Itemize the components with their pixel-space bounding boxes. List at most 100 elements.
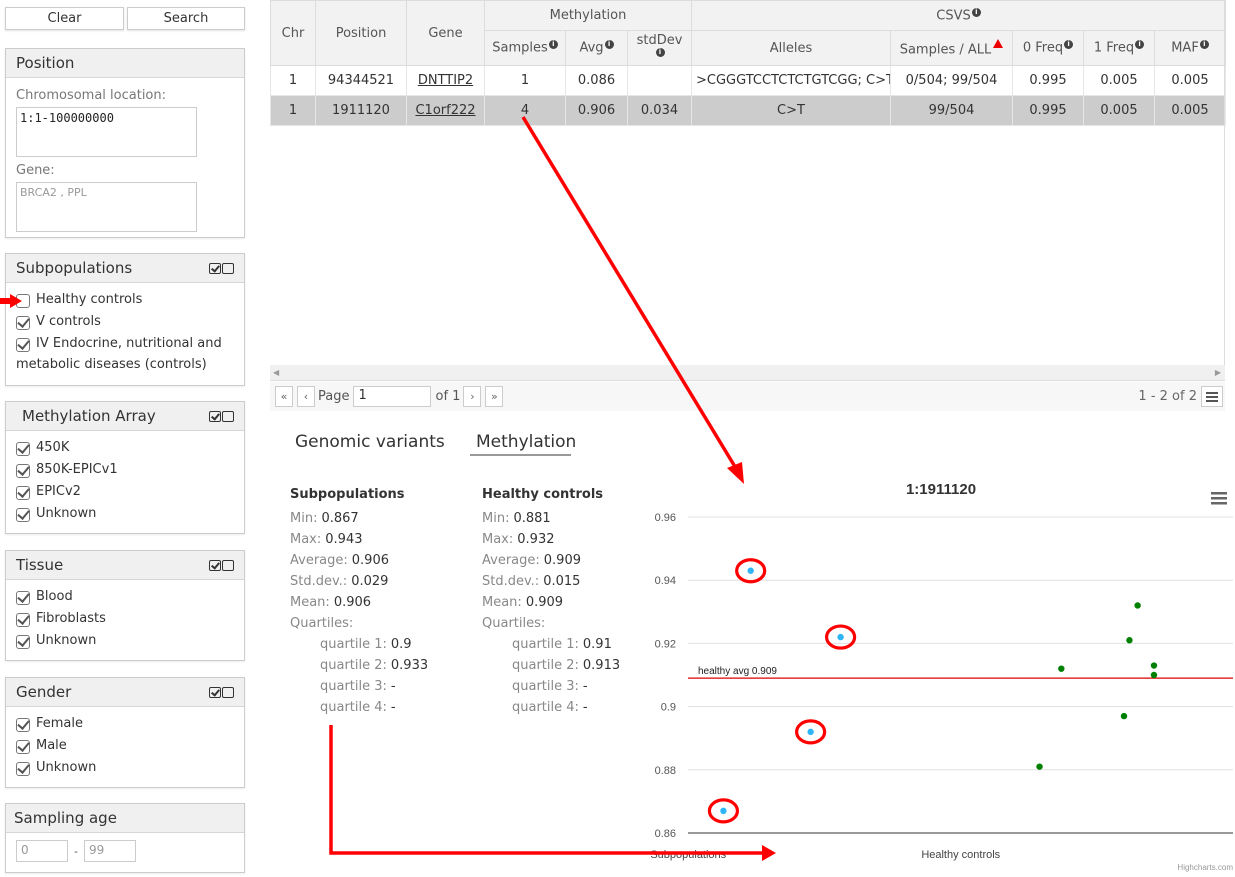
first-page-button[interactable]: « <box>275 386 293 407</box>
y-tick-label: 0.9 <box>661 702 676 714</box>
next-page-button[interactable]: › <box>463 386 482 407</box>
x-category-label: Healthy controls <box>921 849 1000 861</box>
select-all-toggle-icon[interactable] <box>209 410 234 422</box>
tab-genomic-variants[interactable]: Genomic variants <box>289 430 451 454</box>
chart-points <box>707 558 1158 824</box>
checkbox-checked-icon[interactable] <box>16 316 30 330</box>
annotation-arrow-line <box>521 116 739 471</box>
gene-label: Gene: <box>16 163 55 178</box>
col-header-gene[interactable]: Gene <box>406 0 485 66</box>
grid-menu-button[interactable] <box>1201 386 1223 407</box>
page-total-label: of 1 <box>435 389 461 404</box>
gene-input[interactable]: BRCA2 , PPL <box>16 182 197 232</box>
col-header-samples-all[interactable]: Samples / ALL <box>890 30 1013 66</box>
cell-samples-all: 99/504 <box>890 95 1013 126</box>
sampling-age-panel-header: Sampling age <box>6 804 244 833</box>
chart-credits[interactable]: Highcharts.com <box>1177 863 1233 872</box>
checkbox-array-unknown[interactable]: Unknown <box>16 506 234 528</box>
checkbox-checked-icon[interactable] <box>16 740 30 754</box>
position-panel: Position Chromosomal location: 1:1-10000… <box>5 48 245 238</box>
checkbox-tissue-unknown[interactable]: Unknown <box>16 633 234 655</box>
col-header-samples[interactable]: Samples i <box>484 30 566 66</box>
gene-link[interactable]: C1orf222 <box>415 103 475 118</box>
gene-link[interactable]: DNTTIP2 <box>418 73 473 88</box>
checkbox-blood[interactable]: Blood <box>16 589 234 611</box>
scroll-left-icon[interactable]: ◀ <box>273 368 279 377</box>
info-icon[interactable]: i <box>655 47 665 57</box>
healthy-control-point <box>1058 665 1065 672</box>
stat-average: 0.909 <box>543 553 581 568</box>
select-all-toggle-icon[interactable] <box>209 559 234 571</box>
table-row-selected[interactable]: 1 1911120 C1orf222 4 0.906 0.034 C>T 99/… <box>270 95 1227 126</box>
info-icon[interactable]: i <box>1135 40 1145 50</box>
checkbox-checked-icon[interactable] <box>16 635 30 649</box>
checkbox-female[interactable]: Female <box>16 716 234 738</box>
subpopulations-panel: Subpopulations Healthy controls V contro… <box>5 253 245 386</box>
page-label: Page <box>318 389 350 404</box>
checkbox-endocrine-diseases[interactable]: IV Endocrine, nutritional and <box>16 336 234 358</box>
checkbox-epicv2[interactable]: EPICv2 <box>16 484 234 506</box>
sampling-age-panel: Sampling age 0 - 99 <box>5 803 245 873</box>
col-header-1-freq[interactable]: 1 Freq i <box>1083 30 1155 66</box>
clear-button[interactable]: Clear <box>5 7 124 30</box>
table-row[interactable]: 1 94344521 DNTTIP2 1 0.086 >CGGGTCCTCTCT… <box>270 65 1227 96</box>
chromosomal-location-input[interactable]: 1:1-100000000 <box>16 107 197 157</box>
age-min-input[interactable]: 0 <box>16 840 68 862</box>
cell-position: 1911120 <box>315 95 407 126</box>
checkbox-850k-epicv1[interactable]: 850K-EPICv1 <box>16 462 234 484</box>
chart-menu-icon[interactable] <box>1211 492 1227 505</box>
cell-samples: 1 <box>484 65 566 96</box>
tissue-panel-title: Tissue <box>16 556 64 574</box>
col-header-alleles[interactable]: Alleles <box>691 30 891 66</box>
col-header-position[interactable]: Position <box>315 0 407 66</box>
col-header-stddev[interactable]: stdDevi <box>627 30 692 66</box>
checkbox-gender-unknown[interactable]: Unknown <box>16 760 234 782</box>
gender-panel-header: Gender <box>6 678 244 707</box>
col-header-avg[interactable]: Avg i <box>565 30 628 66</box>
last-page-button[interactable]: » <box>485 386 504 407</box>
checkbox-checked-icon[interactable] <box>16 762 30 776</box>
subpopulation-point <box>747 567 754 574</box>
cell-alleles: >CGGGTCCTCTCTGTCGG; C>T <box>691 65 891 96</box>
info-icon[interactable]: i <box>1064 40 1074 50</box>
subpopulations-panel-title: Subpopulations <box>16 259 133 277</box>
warning-icon[interactable] <box>993 38 1004 48</box>
cell-chr: 1 <box>270 95 316 126</box>
variants-table: Chr Position Gene Methylation CSVS i Samp… <box>270 0 1227 126</box>
horizontal-scrollbar[interactable]: ◀ ▶ <box>270 365 1225 381</box>
select-all-toggle-icon[interactable] <box>209 262 234 274</box>
stat-q3: - <box>582 679 588 694</box>
prev-page-button[interactable]: ‹ <box>297 386 315 407</box>
healthy-control-point <box>1150 671 1158 679</box>
info-icon[interactable]: i <box>1199 40 1209 50</box>
col-header-chr[interactable]: Chr <box>270 0 316 66</box>
scroll-right-icon[interactable]: ▶ <box>1215 368 1221 377</box>
checkbox-checked-icon[interactable] <box>16 508 30 522</box>
col-header-maf[interactable]: MAF i <box>1153 30 1227 66</box>
info-icon[interactable]: i <box>604 40 614 50</box>
checkbox-checked-icon[interactable] <box>16 613 30 627</box>
checkbox-healthy-controls[interactable]: Healthy controls <box>16 292 234 314</box>
checkbox-checked-icon[interactable] <box>16 442 30 456</box>
checkbox-unchecked-icon[interactable] <box>16 294 30 308</box>
checkbox-checked-icon[interactable] <box>16 486 30 500</box>
checkbox-checked-icon[interactable] <box>16 338 30 352</box>
stat-stddev: 0.029 <box>351 574 389 589</box>
select-all-toggle-icon[interactable] <box>209 686 234 698</box>
checkbox-checked-icon[interactable] <box>16 464 30 478</box>
checkbox-450k[interactable]: 450K <box>16 440 234 462</box>
checkbox-checked-icon[interactable] <box>16 591 30 605</box>
page-number-input[interactable]: 1 <box>353 386 432 407</box>
search-button[interactable]: Search <box>127 7 245 30</box>
checkbox-v-controls[interactable]: V controls <box>16 314 234 336</box>
col-header-0-freq[interactable]: 0 Freq i <box>1012 30 1084 66</box>
info-icon[interactable]: i <box>548 40 558 50</box>
age-max-input[interactable]: 99 <box>83 840 136 862</box>
info-icon[interactable]: i <box>971 7 981 17</box>
checkbox-male[interactable]: Male <box>16 738 234 760</box>
checkbox-fibroblasts[interactable]: Fibroblasts <box>16 611 234 633</box>
tab-methylation[interactable]: Methylation <box>470 430 576 456</box>
stat-q1: 0.91 <box>582 637 612 652</box>
checkbox-checked-icon[interactable] <box>16 718 30 732</box>
checkbox-label: Healthy controls <box>36 292 143 307</box>
